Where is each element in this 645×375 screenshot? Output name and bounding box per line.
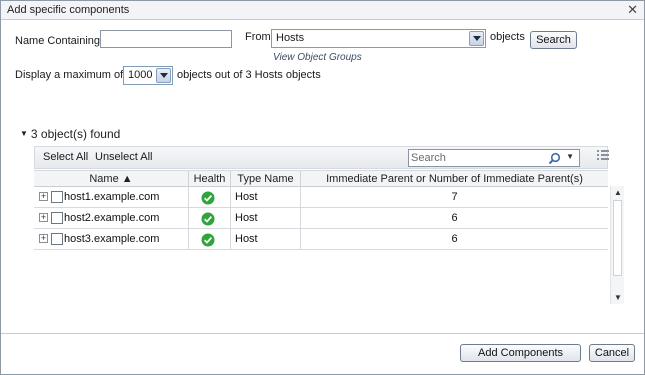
row-checkbox[interactable] [51,233,63,245]
dialog-title: Add specific components [7,4,130,16]
table-row[interactable]: + host3.example.com Host 6 [34,229,608,250]
objects-found-label: 3 object(s) found [30,127,121,141]
vertical-scrollbar[interactable]: ▲ ▼ [610,186,624,304]
search-button[interactable]: Search [530,31,577,49]
host-name: host3.example.com [64,233,160,245]
dropdown-arrow-icon[interactable] [469,31,484,46]
from-select[interactable]: Hosts [271,29,486,48]
collapse-triangle-icon: ▼ [20,129,28,138]
name-cell: + host3.example.com [34,229,189,250]
parents-cell: 6 [451,233,458,245]
health-cell [189,208,231,229]
grid-search-input[interactable] [409,150,549,166]
results-grid: Select All Unselect All ▼ Nam [34,146,624,304]
scroll-up-icon[interactable]: ▲ [614,188,622,197]
view-object-groups-link[interactable]: View Object Groups [273,52,362,63]
column-header-type-name[interactable]: Type Name [231,171,301,187]
unselect-all-link[interactable]: Unselect All [95,151,152,163]
expand-icon[interactable]: + [39,213,48,222]
search-options-icon[interactable]: ▼ [566,152,574,161]
table-row[interactable]: + host2.example.com Host 6 [34,208,608,229]
display-maximum-label: Display a maximum of [15,69,124,81]
objects-label: objects [490,31,525,43]
column-header-parents[interactable]: Immediate Parent or Number of Immediate … [301,171,608,187]
columns-icon[interactable] [597,150,609,164]
from-label: From [245,31,271,43]
footer-divider [1,333,644,334]
close-icon[interactable]: ✕ [627,2,638,18]
name-cell: + host2.example.com [34,208,189,229]
health-ok-icon [201,212,215,226]
parents-cell: 6 [451,212,458,224]
name-cell: + host1.example.com [34,187,189,208]
add-components-dialog: Add specific components ✕ Name Containin… [0,0,645,375]
health-ok-icon [201,191,215,205]
row-checkbox[interactable] [51,212,63,224]
type-cell: Host [231,208,301,229]
column-header-health[interactable]: Health [189,171,231,187]
add-components-button[interactable]: Add Components [460,344,581,362]
column-header-name[interactable]: Name ▲ [34,171,189,187]
health-ok-icon [201,233,215,247]
host-name: host1.example.com [64,191,160,203]
row-checkbox[interactable] [51,191,63,203]
from-select-value: Hosts [276,32,305,44]
type-cell: Host [231,187,301,208]
name-containing-input[interactable] [100,30,232,48]
parents-cell: 7 [451,191,458,203]
title-bar: Add specific components ✕ [1,1,644,20]
results-section-toggle[interactable]: ▼ 3 object(s) found [20,127,120,141]
scroll-down-icon[interactable]: ▼ [614,293,622,302]
dropdown-arrow-icon[interactable] [156,68,171,83]
type-cell: Host [231,229,301,250]
search-icon[interactable] [548,152,561,168]
scrollbar-thumb[interactable] [613,200,622,276]
maximum-select-value: 1000 [128,69,153,81]
select-all-link[interactable]: Select All [43,151,88,163]
expand-icon[interactable]: + [39,234,48,243]
name-containing-label: Name Containing [15,35,100,47]
maximum-select[interactable]: 1000 [123,66,173,85]
objects-summary-text: objects out of 3 Hosts objects [177,69,321,81]
cancel-button[interactable]: Cancel [589,344,635,362]
grid-search-field[interactable]: ▼ [408,149,580,167]
table-row[interactable]: + host1.example.com Host 7 [34,187,608,208]
expand-icon[interactable]: + [39,192,48,201]
health-cell [189,229,231,250]
health-cell [189,187,231,208]
grid-toolbar: Select All Unselect All ▼ [34,146,608,169]
grid-header: Name ▲ Health Type Name Immediate Parent… [34,170,608,187]
host-name: host2.example.com [64,212,160,224]
